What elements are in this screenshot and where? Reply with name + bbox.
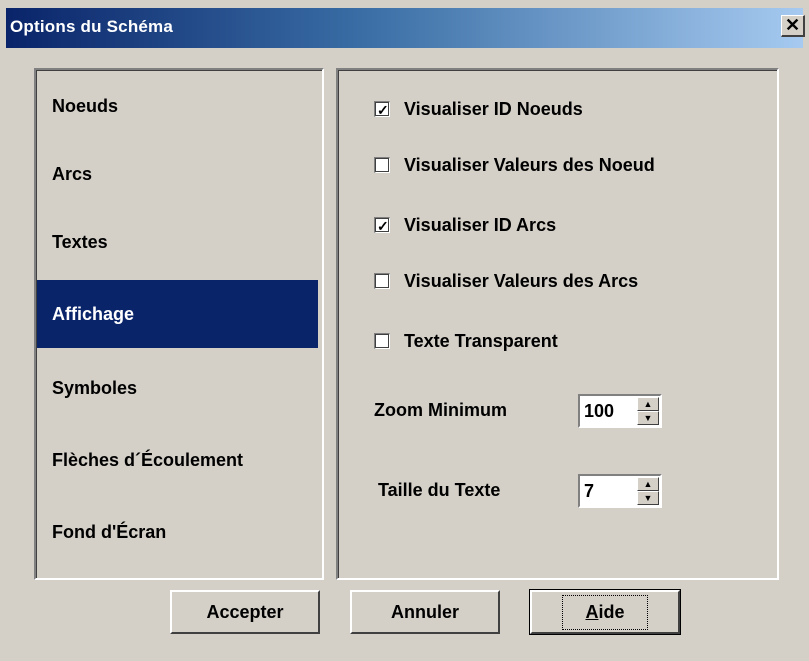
checkbox[interactable]: [374, 273, 390, 289]
nav-item-noeuds[interactable]: Noeuds: [36, 72, 318, 140]
nav-item-textes[interactable]: Textes: [36, 208, 318, 276]
option-show-node-id[interactable]: ✓ Visualiser ID Noeuds: [374, 96, 583, 122]
spin-buttons: ▲ ▼: [637, 397, 659, 425]
checkbox[interactable]: [374, 157, 390, 173]
checkbox[interactable]: ✓: [374, 101, 390, 117]
spin-up-icon[interactable]: ▲: [637, 477, 659, 491]
dialog-title: Options du Schéma: [10, 17, 174, 36]
spin-down-icon[interactable]: ▼: [637, 411, 659, 425]
option-transparent-text[interactable]: Texte Transparent: [374, 328, 558, 354]
text-size-label: Taille du Texte: [378, 480, 501, 500]
checkbox[interactable]: ✓: [374, 217, 390, 233]
nav-item-label: Arcs: [52, 163, 93, 184]
close-icon[interactable]: ✕: [781, 15, 805, 37]
focus-rectangle: Aide: [562, 594, 648, 630]
nav-item-arcs[interactable]: Arcs: [36, 140, 318, 208]
display-options-panel: ✓ Visualiser ID Noeuds Visualiser Valeur…: [336, 68, 779, 580]
option-label: Visualiser ID Arcs: [404, 214, 557, 235]
option-show-arc-id[interactable]: ✓ Visualiser ID Arcs: [374, 212, 556, 238]
nav-item-label: Fond d'Écran: [52, 521, 167, 542]
nav-item-fleches-ecoulement[interactable]: Flèches d´Écoulement: [36, 426, 318, 494]
check-icon: ✓: [377, 102, 389, 118]
cancel-button-label: Annuler: [390, 601, 459, 622]
nav-item-label: Noeuds: [52, 95, 119, 116]
nav-item-fond-ecran[interactable]: Fond d'Écran: [36, 498, 318, 566]
option-show-node-values[interactable]: Visualiser Valeurs des Noeud: [374, 152, 655, 178]
accept-button[interactable]: Accepter: [170, 590, 320, 634]
checkbox[interactable]: [374, 333, 390, 349]
option-label: Visualiser Valeurs des Noeud: [404, 154, 655, 175]
text-size-spinner[interactable]: 7 ▲ ▼: [578, 474, 662, 508]
nav-item-label: Affichage: [52, 303, 135, 324]
option-show-arc-values[interactable]: Visualiser Valeurs des Arcs: [374, 268, 638, 294]
option-label: Visualiser ID Noeuds: [404, 98, 583, 119]
nav-item-affichage[interactable]: Affichage: [36, 280, 318, 348]
option-label: Texte Transparent: [404, 330, 558, 351]
nav-item-label: Textes: [52, 231, 108, 252]
text-size-value[interactable]: 7: [584, 481, 594, 502]
zoom-minimum-spinner[interactable]: 100 ▲ ▼: [578, 394, 662, 428]
check-icon: ✓: [377, 218, 389, 234]
spin-down-icon[interactable]: ▼: [637, 491, 659, 505]
option-label: Visualiser Valeurs des Arcs: [404, 270, 639, 291]
help-button-label: Aide: [585, 601, 625, 622]
zoom-minimum-label: Zoom Minimum: [374, 400, 507, 420]
accept-button-label: Accepter: [206, 601, 284, 622]
spin-buttons: ▲ ▼: [637, 477, 659, 505]
nav-item-label: Symboles: [52, 377, 138, 398]
options-dialog: Options du Schéma ✕ Noeuds Arcs Textes A…: [0, 0, 809, 661]
spin-up-icon[interactable]: ▲: [637, 397, 659, 411]
title-bar[interactable]: Options du Schéma ✕: [6, 8, 805, 48]
cancel-button[interactable]: Annuler: [350, 590, 500, 634]
nav-item-label: Flèches d´Écoulement: [52, 449, 244, 470]
nav-item-symboles[interactable]: Symboles: [36, 354, 318, 422]
zoom-minimum-value[interactable]: 100: [584, 401, 614, 422]
help-button[interactable]: Aide: [529, 589, 681, 635]
category-list: Noeuds Arcs Textes Affichage Symboles Fl…: [34, 68, 324, 580]
